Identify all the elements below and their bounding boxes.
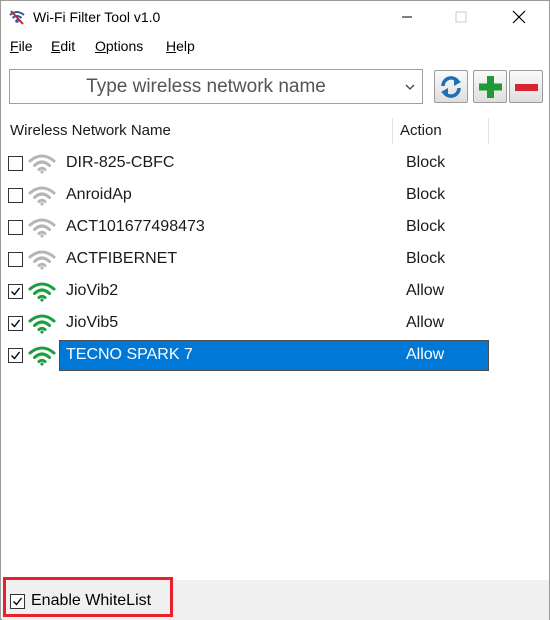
- row-checkbox[interactable]: [8, 188, 23, 203]
- window-title: Wi-Fi Filter Tool v1.0: [33, 9, 161, 25]
- close-icon: [512, 10, 526, 24]
- refresh-icon: [441, 75, 461, 98]
- row-checkbox[interactable]: [8, 284, 23, 299]
- network-action: Block: [406, 250, 446, 267]
- title-bar[interactable]: Wi-Fi Filter Tool v1.0: [1, 1, 549, 33]
- wifi-signal-icon: [28, 314, 56, 334]
- maximize-button[interactable]: [438, 1, 484, 33]
- column-header-name[interactable]: Wireless Network Name: [10, 116, 171, 146]
- network-name: DIR-825-CBFC: [66, 154, 175, 171]
- chevron-down-icon[interactable]: [404, 81, 416, 93]
- list-row[interactable]: ACT101677498473 Block: [2, 212, 549, 243]
- plus-icon: [479, 75, 502, 98]
- wifi-filter-app-icon: [9, 10, 25, 25]
- row-checkbox[interactable]: [8, 252, 23, 267]
- list-row[interactable]: TECNO SPARK 7 Allow: [2, 340, 549, 371]
- network-name: JioVib2: [66, 282, 119, 299]
- menu-bar: File Edit Options Help: [1, 35, 549, 59]
- combobox-placeholder: Type wireless network name: [86, 76, 326, 97]
- enable-whitelist-checkbox[interactable]: [10, 594, 25, 609]
- network-name: TECNO SPARK 7: [66, 346, 193, 363]
- network-name: JioVib5: [66, 314, 119, 331]
- network-action: Allow: [406, 346, 445, 363]
- minimize-button[interactable]: [384, 1, 430, 33]
- close-button[interactable]: [496, 1, 542, 33]
- network-name: ACTFIBERNET: [66, 250, 178, 267]
- network-action: Block: [406, 218, 446, 235]
- wifi-signal-icon: [28, 250, 56, 270]
- row-checkbox[interactable]: [8, 348, 23, 363]
- network-name: AnroidAp: [66, 186, 132, 203]
- network-action: Block: [406, 186, 446, 203]
- wifi-signal-icon: [28, 186, 56, 206]
- checkmark-icon: [11, 287, 21, 296]
- network-action: Block: [406, 154, 446, 171]
- row-checkbox[interactable]: [8, 156, 23, 171]
- app-window: Wi-Fi Filter Tool v1.0 File Edit Options…: [0, 0, 550, 620]
- column-divider[interactable]: [488, 118, 489, 144]
- wifi-signal-icon: [28, 218, 56, 238]
- menu-help[interactable]: Help: [166, 38, 195, 54]
- network-name-combobox[interactable]: Type wireless network name: [9, 69, 423, 104]
- list-row[interactable]: JioVib2 Allow: [2, 276, 549, 307]
- menu-edit[interactable]: Edit: [51, 38, 75, 54]
- column-header-action[interactable]: Action: [400, 116, 442, 146]
- wifi-signal-icon: [28, 154, 56, 174]
- network-action: Allow: [406, 314, 445, 331]
- list-row[interactable]: AnroidAp Block: [2, 180, 549, 211]
- minimize-icon: [402, 16, 412, 18]
- remove-network-button[interactable]: [509, 70, 543, 103]
- add-network-button[interactable]: [473, 70, 507, 103]
- checkmark-icon: [13, 597, 23, 606]
- menu-file[interactable]: File: [10, 38, 33, 54]
- refresh-button[interactable]: [434, 70, 468, 103]
- list-row[interactable]: ACTFIBERNET Block: [2, 244, 549, 275]
- maximize-icon: [455, 11, 467, 23]
- list-row[interactable]: DIR-825-CBFC Block: [2, 148, 549, 179]
- checkmark-icon: [11, 351, 21, 360]
- row-checkbox[interactable]: [8, 220, 23, 235]
- column-divider[interactable]: [392, 118, 393, 144]
- wifi-signal-icon: [28, 282, 56, 302]
- row-checkbox[interactable]: [8, 316, 23, 331]
- list-header: Wireless Network Name Action: [2, 116, 549, 146]
- network-list[interactable]: Wireless Network Name Action DIR-825-CBF…: [2, 116, 549, 576]
- menu-options[interactable]: Options: [95, 38, 143, 54]
- enable-whitelist-label[interactable]: Enable WhiteList: [31, 592, 151, 610]
- wifi-signal-icon: [28, 346, 56, 366]
- minus-icon: [515, 83, 538, 91]
- network-action: Allow: [406, 282, 445, 299]
- list-row[interactable]: JioVib5 Allow: [2, 308, 549, 339]
- checkmark-icon: [11, 319, 21, 328]
- network-name: ACT101677498473: [66, 218, 205, 235]
